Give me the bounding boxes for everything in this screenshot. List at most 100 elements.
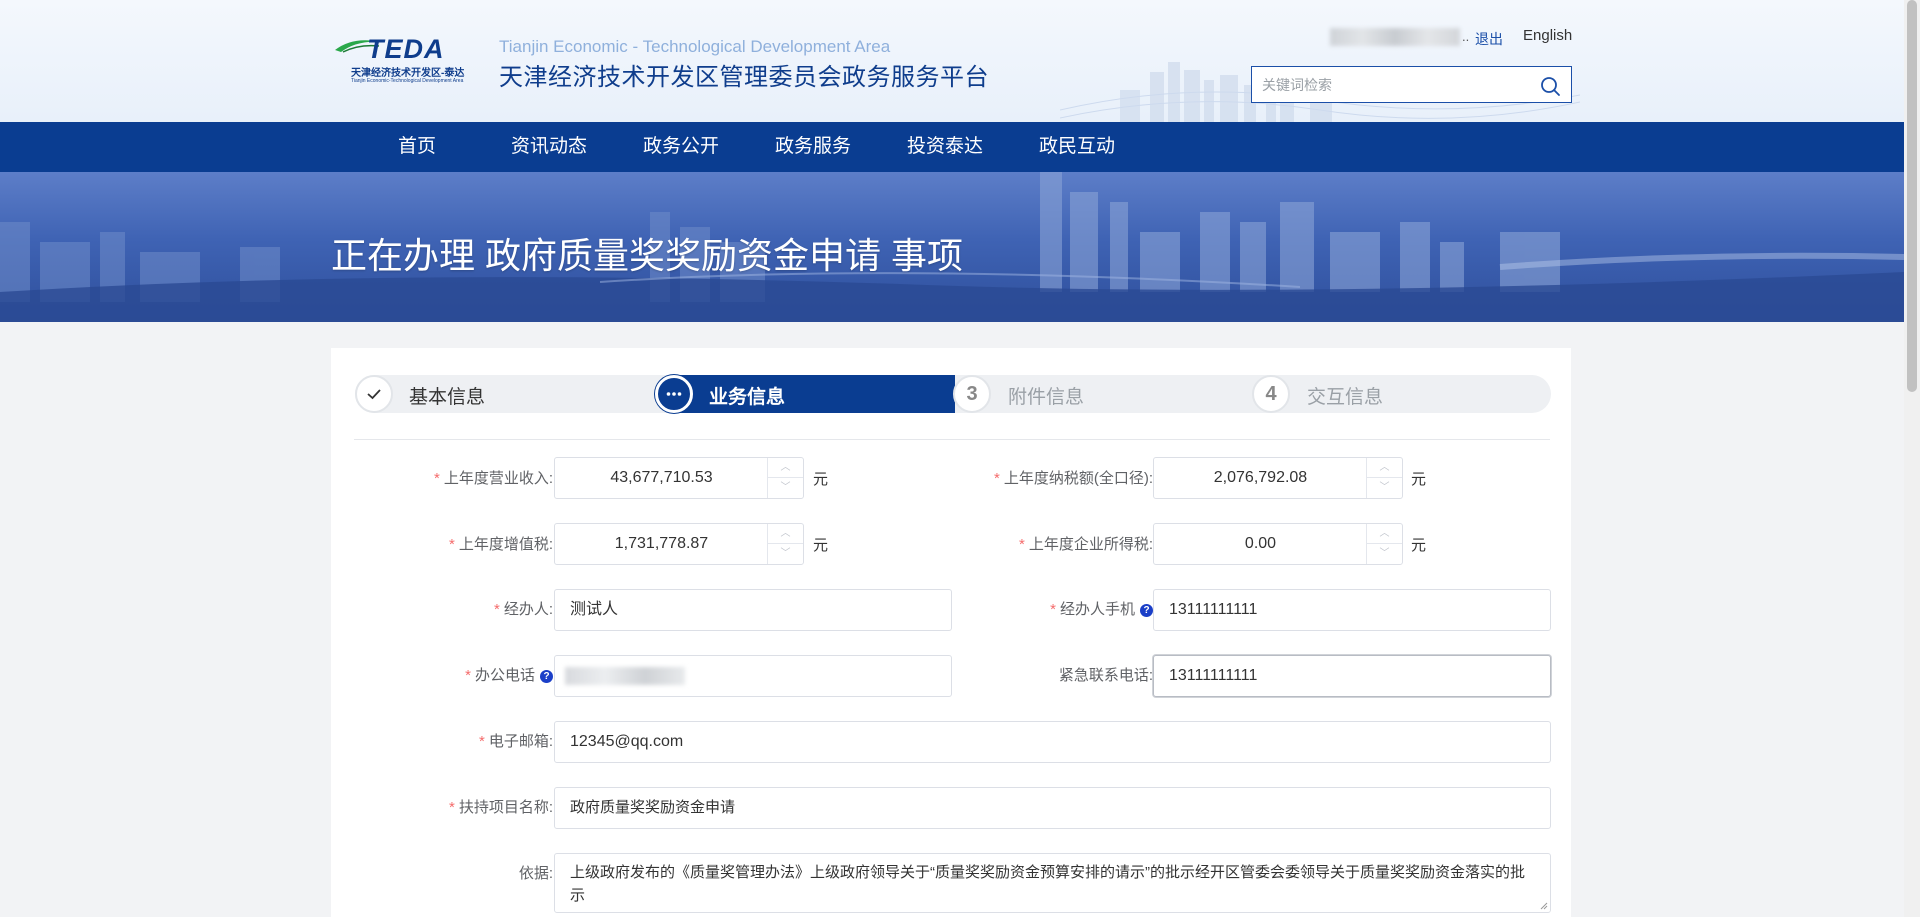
search-input[interactable] <box>1262 75 1532 95</box>
step-4-label[interactable]: 交互信息 <box>1307 382 1383 409</box>
step-3-number: 3 <box>966 383 978 405</box>
nav-item-home[interactable]: 首页 <box>390 122 444 172</box>
resize-handle-icon[interactable] <box>1540 902 1548 910</box>
tax-total-unit: 元 <box>1411 471 1427 488</box>
office-phone-input[interactable] <box>554 655 952 697</box>
revenue-unit: 元 <box>813 471 829 488</box>
income-tax-input[interactable]: 0.00 ︿ ﹀ <box>1153 523 1403 565</box>
tax-total-value[interactable]: 2,076,792.08 <box>1154 458 1367 498</box>
required-mark: * <box>448 799 455 816</box>
nav-item-interaction[interactable]: 政民互动 <box>1038 122 1116 172</box>
vat-input[interactable]: 1,731,778.87 ︿ ﹀ <box>554 523 804 565</box>
office-phone-label-text: 办公电话 <box>474 667 535 684</box>
required-mark: * <box>448 536 455 553</box>
logo-cn-text: 天津经济技术开发区-泰达 <box>351 68 465 79</box>
form-card: 基本信息 业务信息 3 附件信息 4 交互信息 * 上年度营业收入: 43,677… <box>331 348 1571 917</box>
decrease-chevron-icon[interactable]: ﹀ <box>768 478 803 498</box>
step-3-label[interactable]: 附件信息 <box>1008 382 1084 409</box>
project-name-input[interactable]: 政府质量奖奖励资金申请 <box>554 787 1551 829</box>
help-icon[interactable]: ? <box>540 670 553 683</box>
basis-text: 上级政府发布的《质量奖管理办法》上级政府领导关于“质量奖奖励资金预算安排的请示”… <box>570 864 1525 904</box>
step-4-number: 4 <box>1265 383 1277 405</box>
required-mark: * <box>433 470 440 487</box>
income-tax-value[interactable]: 0.00 <box>1154 524 1367 564</box>
increase-chevron-icon[interactable]: ︿ <box>1367 524 1402 544</box>
basis-textarea[interactable]: 上级政府发布的《质量奖管理办法》上级政府领导关于“质量奖奖励资金预算安排的请示”… <box>554 853 1551 913</box>
income-tax-unit: 元 <box>1411 537 1427 554</box>
username-redacted <box>1330 28 1460 46</box>
handler-phone-label-text: 经办人手机 <box>1059 601 1135 618</box>
email-label-text: 电子邮箱: <box>488 733 553 750</box>
required-mark: * <box>1018 536 1025 553</box>
increase-chevron-icon[interactable]: ︿ <box>1367 458 1402 478</box>
handler-phone-label: * 经办人手机? <box>1050 598 1153 619</box>
step-1-label[interactable]: 基本信息 <box>409 382 485 409</box>
scrollbar-thumb[interactable] <box>1907 0 1917 392</box>
banner-title: 正在办理 政府质量奖奖励资金申请 事项 <box>331 235 964 276</box>
nav-item-news[interactable]: 资讯动态 <box>510 122 588 172</box>
site-header: TEDA 天津经济技术开发区-泰达 Tianjin Economic-Techn… <box>0 0 1904 122</box>
search-icon[interactable] <box>1539 75 1561 97</box>
emergency-phone-label: 紧急联系电话: <box>1059 664 1153 685</box>
revenue-stepper: ︿ ﹀ <box>767 458 803 498</box>
decrease-chevron-icon[interactable]: ﹀ <box>768 544 803 564</box>
step-1-circle[interactable] <box>355 375 393 413</box>
step-4-circle[interactable]: 4 <box>1252 375 1290 413</box>
office-phone-label: * 办公电话? <box>465 664 553 685</box>
step-3-circle[interactable]: 3 <box>953 375 991 413</box>
language-switch-link[interactable]: English <box>1523 27 1572 44</box>
nav-item-gov-open[interactable]: 政务公开 <box>642 122 720 172</box>
progress-steps: 基本信息 业务信息 3 附件信息 4 交互信息 <box>355 375 1551 413</box>
site-title-en: Tianjin Economic - Technological Develop… <box>499 37 891 56</box>
check-icon <box>367 389 381 400</box>
logo-wordmark: TEDA <box>367 34 445 64</box>
basis-label: 依据: <box>519 862 553 883</box>
tax-total-stepper: ︿ ﹀ <box>1366 458 1402 498</box>
required-mark: * <box>993 470 1000 487</box>
handler-input[interactable]: 测试人 <box>554 589 952 631</box>
revenue-label: * 上年度营业收入: <box>434 467 553 488</box>
emergency-phone-input[interactable]: 13111111111 <box>1153 655 1551 697</box>
required-mark: * <box>493 601 500 618</box>
step-2-circle[interactable] <box>655 375 693 413</box>
logo-en-text: Tianjin Economic-Technological Developme… <box>351 78 464 84</box>
vat-value[interactable]: 1,731,778.87 <box>555 524 768 564</box>
tax-total-label-text: 上年度纳税额(全口径): <box>1003 470 1153 487</box>
tax-total-label: * 上年度纳税额(全口径): <box>994 467 1153 488</box>
site-title-cn: 天津经济技术开发区管理委员会政务服务平台 <box>499 64 989 91</box>
email-label: * 电子邮箱: <box>479 730 553 751</box>
handler-phone-input[interactable]: 13111111111 <box>1153 589 1551 631</box>
search-box <box>1251 66 1572 103</box>
tax-total-input[interactable]: 2,076,792.08 ︿ ﹀ <box>1153 457 1403 499</box>
basis-label-text: 依据: <box>518 865 553 882</box>
active-step-bar <box>655 375 955 413</box>
page-banner: 正在办理 政府质量奖奖励资金申请 事项 <box>0 172 1904 322</box>
vat-label-text: 上年度增值税: <box>458 536 553 553</box>
increase-chevron-icon[interactable]: ︿ <box>768 524 803 544</box>
page-scrollbar[interactable] <box>1904 0 1920 917</box>
revenue-label-text: 上年度营业收入: <box>443 470 553 487</box>
revenue-value[interactable]: 43,677,710.53 <box>555 458 768 498</box>
emergency-phone-label-text: 紧急联系电话: <box>1058 667 1153 684</box>
logout-link[interactable]: 退出 <box>1475 29 1503 49</box>
username-suffix: .. <box>1462 29 1470 44</box>
help-icon[interactable]: ? <box>1140 604 1153 617</box>
income-tax-stepper: ︿ ﹀ <box>1366 524 1402 564</box>
more-dots-icon <box>666 392 682 396</box>
nav-item-gov-service[interactable]: 政务服务 <box>774 122 852 172</box>
email-input[interactable]: 12345@qq.com <box>554 721 1551 763</box>
decrease-chevron-icon[interactable]: ﹀ <box>1367 544 1402 564</box>
office-phone-redacted <box>565 667 685 685</box>
teda-logo[interactable]: TEDA 天津经济技术开发区-泰达 Tianjin Economic-Techn… <box>333 34 489 86</box>
steps-divider <box>354 439 1550 440</box>
increase-chevron-icon[interactable]: ︿ <box>768 458 803 478</box>
required-mark: * <box>478 733 485 750</box>
step-2-label[interactable]: 业务信息 <box>709 382 785 409</box>
vat-label: * 上年度增值税: <box>449 533 553 554</box>
revenue-input[interactable]: 43,677,710.53 ︿ ﹀ <box>554 457 804 499</box>
decrease-chevron-icon[interactable]: ﹀ <box>1367 478 1402 498</box>
nav-item-invest[interactable]: 投资泰达 <box>906 122 984 172</box>
vat-unit: 元 <box>813 537 829 554</box>
income-tax-label: * 上年度企业所得税: <box>1019 533 1153 554</box>
required-mark: * <box>465 667 471 684</box>
